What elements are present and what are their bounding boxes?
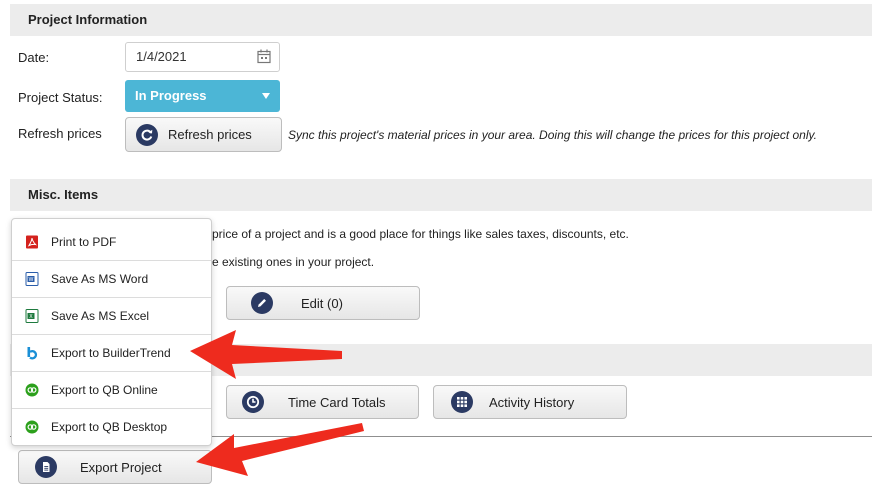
excel-icon: X [25, 309, 39, 323]
buildertrend-icon [27, 347, 38, 360]
activity-history-button[interactable]: Activity History [433, 385, 627, 419]
arrow-to-export-project [196, 423, 364, 476]
menu-item-export-qb-online[interactable]: Export to QB Online [12, 371, 211, 408]
menu-item-label: Export to QB Desktop [51, 420, 168, 434]
project-information-header: Project Information [10, 4, 872, 36]
menu-item-label: Export to BuilderTrend [51, 346, 171, 360]
time-card-totals-button[interactable]: Time Card Totals [226, 385, 419, 419]
clock-icon [242, 391, 264, 413]
menu-item-save-word[interactable]: W Save As MS Word [12, 260, 211, 297]
menu-item-label: Export to QB Online [51, 383, 158, 397]
refresh-prices-button-label: Refresh prices [168, 127, 252, 142]
menu-item-save-excel[interactable]: X Save As MS Excel [12, 297, 211, 334]
pencil-icon [251, 292, 273, 314]
menu-item-export-buildertrend[interactable]: Export to BuilderTrend [12, 334, 211, 371]
svg-text:X: X [29, 314, 33, 320]
date-value: 1/4/2021 [136, 49, 187, 64]
menu-item-label: Save As MS Word [51, 272, 149, 286]
misc-description-line-1: price of a project and is a good place f… [212, 227, 629, 241]
menu-item-label: Print to PDF [51, 234, 117, 249]
calendar-icon[interactable] [257, 49, 271, 64]
time-card-totals-label: Time Card Totals [288, 394, 386, 410]
misc-description-line-2: e existing ones in your project. [212, 255, 375, 269]
menu-item-label: Save As MS Excel [51, 309, 150, 323]
date-input[interactable]: 1/4/2021 [125, 42, 280, 72]
export-menu: Print to PDF W Save As MS Word X Save As… [11, 218, 212, 446]
export-project-label: Export Project [80, 459, 162, 475]
export-project-button[interactable]: Export Project [18, 450, 212, 484]
refresh-icon [136, 123, 158, 146]
svg-text:W: W [29, 277, 34, 283]
refresh-prices-button[interactable]: Refresh prices [125, 117, 282, 152]
project-status-label: Project Status: [18, 90, 103, 105]
document-icon [35, 456, 57, 478]
refresh-prices-label: Refresh prices [18, 126, 102, 141]
menu-item-print-pdf[interactable]: Print to PDF [12, 223, 211, 260]
quickbooks-icon [25, 420, 39, 434]
quickbooks-icon [25, 383, 39, 397]
misc-items-header: Misc. Items [10, 179, 872, 211]
menu-item-export-qb-desktop[interactable]: Export to QB Desktop [12, 408, 211, 445]
pdf-icon [26, 235, 38, 248]
grid-icon [451, 391, 473, 413]
project-status-select[interactable]: In Progress [125, 80, 280, 112]
word-icon: W [25, 272, 39, 286]
edit-misc-items-button[interactable]: Edit (0) [226, 286, 420, 320]
chevron-down-icon [262, 93, 270, 99]
sync-prices-note: Sync this project's material prices in y… [288, 128, 817, 142]
activity-history-label: Activity History [489, 394, 575, 410]
project-status-value: In Progress [135, 88, 207, 103]
date-label: Date: [18, 50, 50, 65]
edit-button-label: Edit (0) [301, 295, 343, 311]
